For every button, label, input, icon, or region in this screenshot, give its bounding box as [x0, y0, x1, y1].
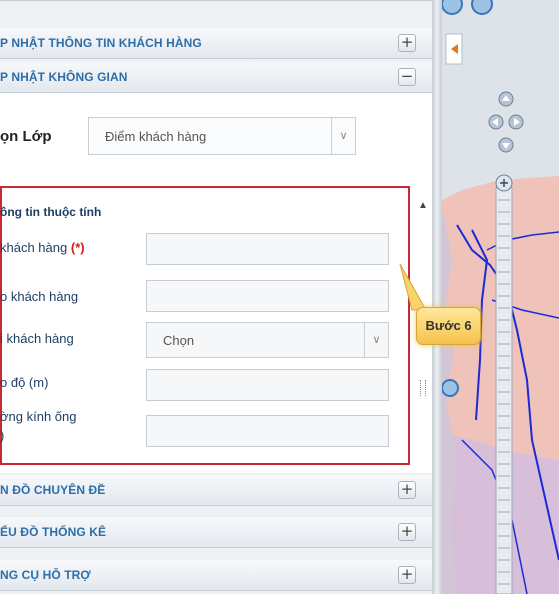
customer-type-value: Chọn	[163, 333, 195, 348]
map-canvas[interactable]	[432, 0, 559, 594]
callout-pointer-shape	[399, 263, 427, 311]
diameter-input[interactable]	[146, 415, 389, 447]
plus-icon[interactable]: +	[398, 566, 416, 584]
field-label-customer-2: o khách hàng	[0, 289, 79, 304]
depth-input[interactable]	[146, 369, 389, 401]
accordion-header-statistics[interactable]: ỂU ĐỒ THỐNG KÊ +	[0, 517, 432, 548]
accordion-title: P NHẬT KHÔNG GIAN	[0, 70, 128, 84]
layer-label: ọn Lớp	[0, 128, 52, 145]
step-tooltip: Bước 6	[416, 307, 481, 345]
customer-type-select[interactable]: Chọn ∨	[146, 322, 389, 358]
accordion-header-spatial[interactable]: P NHẬT KHÔNG GIAN −	[0, 62, 432, 93]
accordion-title: ỂU ĐỒ THỐNG KÊ	[0, 525, 107, 539]
required-marker: (*)	[70, 240, 85, 255]
callout-pointer	[399, 263, 427, 311]
accordion-header-customer-info[interactable]: P NHẬT THÔNG TIN KHÁCH HÀNG +	[0, 28, 432, 59]
layer-select[interactable]: Điểm khách hàng ∨	[88, 117, 356, 155]
field-label-depth: o độ (m)	[0, 375, 49, 390]
form-title: ông tin thuộc tính	[0, 205, 102, 219]
accordion-title: N ĐỒ CHUYÊN ĐỀ	[0, 483, 106, 497]
accordion-header-tools[interactable]: NG CỤ HỖ TRỢ +	[0, 560, 432, 591]
field-label-diameter-2: )	[0, 428, 5, 443]
map-tool-icon[interactable]	[441, 0, 463, 15]
accordion-title: P NHẬT THÔNG TIN KHÁCH HÀNG	[0, 36, 202, 50]
zoom-slider[interactable]	[495, 187, 513, 594]
minus-icon[interactable]: −	[398, 68, 416, 86]
accordion-title: NG CỤ HỖ TRỢ	[0, 568, 91, 582]
field-label-diameter: ờng kính ống	[0, 409, 77, 424]
field-label-customer-type: i khách hàng	[0, 331, 74, 346]
map-view[interactable]	[432, 0, 559, 594]
panel-divider[interactable]	[432, 0, 442, 594]
chevron-down-icon[interactable]: ∨	[364, 323, 388, 357]
accordion-header-thematic-map[interactable]: N ĐỒ CHUYÊN ĐỀ +	[0, 475, 432, 506]
scroll-thumb[interactable]	[420, 380, 426, 396]
location-marker-icon[interactable]	[441, 379, 459, 397]
map-tool-icon[interactable]	[471, 0, 493, 15]
layer-select-value: Điểm khách hàng	[105, 129, 207, 144]
customer-field-input-2[interactable]	[146, 280, 389, 312]
accordion-header-partial[interactable]: +	[0, 0, 432, 1]
plus-icon[interactable]: +	[398, 523, 416, 541]
scroll-up-icon[interactable]: ▲	[416, 200, 430, 214]
field-label-customer: khách hàng (*)	[0, 240, 85, 255]
plus-icon[interactable]: +	[398, 481, 416, 499]
plus-icon[interactable]: +	[398, 34, 416, 52]
chevron-down-icon[interactable]: ∨	[331, 118, 355, 154]
sidebar-panel: + P NHẬT THÔNG TIN KHÁCH HÀNG + P NHẬT K…	[0, 0, 432, 594]
customer-field-input[interactable]	[146, 233, 389, 265]
